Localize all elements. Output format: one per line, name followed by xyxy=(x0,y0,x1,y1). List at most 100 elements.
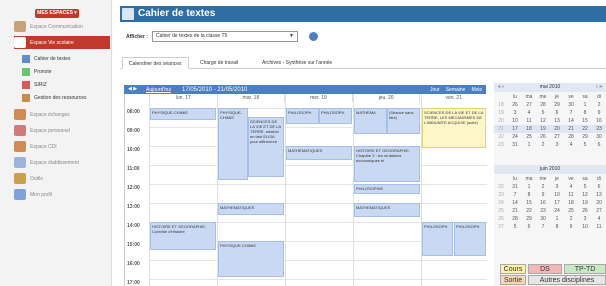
day-cell[interactable]: 3 xyxy=(550,184,564,190)
day-cell[interactable]: 10 xyxy=(508,118,522,124)
calendar-event[interactable]: PHILOSOPH xyxy=(319,108,352,124)
go-icon[interactable] xyxy=(309,32,318,41)
day-cell[interactable]: 28 xyxy=(508,216,522,222)
day-cell[interactable]: 8 xyxy=(578,110,592,116)
sidebar-item-vie-scolaire[interactable]: Espace Vie scolaire xyxy=(14,36,110,49)
calendar-event[interactable]: MATHEMATIQUES xyxy=(218,203,284,215)
day-cell[interactable]: 17 xyxy=(508,126,522,132)
sidebar-item-echanges[interactable]: Espace échanges xyxy=(14,108,110,121)
sidebar-sub-cahier-de-textes[interactable]: Cahier de textes xyxy=(22,53,110,64)
calendar-event[interactable]: HISTOIRE ET GEOGRAPHIE, Contrôle d'Histo… xyxy=(150,222,216,250)
day-cell[interactable]: 4 xyxy=(564,142,578,148)
view-month[interactable]: Mois xyxy=(471,87,482,93)
sidebar-sub-siriz[interactable]: SIRIZ xyxy=(22,79,110,90)
day-cell[interactable]: 1 xyxy=(578,102,592,108)
day-cell[interactable]: 3 xyxy=(550,142,564,148)
day-cell[interactable]: 25 xyxy=(564,208,578,214)
sidebar-item-communication[interactable]: Espace Communication xyxy=(14,20,110,33)
day-cell[interactable]: 11 xyxy=(564,192,578,198)
calendar-event[interactable]: (Séance sans titre) xyxy=(387,108,420,134)
day-cell[interactable]: 15 xyxy=(522,200,536,206)
day-cell[interactable]: 24 xyxy=(508,134,522,140)
calendar-event[interactable]: PHYSIQUE-CHIMIE xyxy=(150,108,216,120)
day-cell[interactable]: 5 xyxy=(578,184,592,190)
day-cell[interactable]: 14 xyxy=(564,118,578,124)
sidebar-item-personnel[interactable]: Espace personnel xyxy=(14,124,110,137)
day-cell[interactable]: 16 xyxy=(536,200,550,206)
day-cell[interactable]: 1 xyxy=(550,216,564,222)
day-cell[interactable]: 1 xyxy=(522,142,536,148)
day-cell[interactable]: 22 xyxy=(522,208,536,214)
calendar-event[interactable]: SCIENCES DE LA VIE ET DE LA TERRE, relat… xyxy=(248,117,284,177)
day-cell[interactable]: 11 xyxy=(592,224,606,230)
calendar-event[interactable]: HISTOIRE ET GEOGRAPHIE, Chapitre 3 : les… xyxy=(354,146,420,182)
day-cell[interactable]: 18 xyxy=(564,200,578,206)
day-cell[interactable]: 30 xyxy=(536,216,550,222)
day-cell[interactable]: 9 xyxy=(564,224,578,230)
calendar-event[interactable]: MATHEMA xyxy=(354,108,387,134)
day-cell[interactable]: 7 xyxy=(564,110,578,116)
day-cell[interactable]: 29 xyxy=(550,102,564,108)
tab-archives[interactable]: Archives - Synthèse sur l'année xyxy=(256,57,338,69)
sidebar-item-outils[interactable]: Outils xyxy=(14,172,110,185)
day-cell[interactable]: 2 xyxy=(536,142,550,148)
calendar-event[interactable]: SCIENCES DE LA VIE ET DE LA TERRE, LES M… xyxy=(422,108,486,148)
calendar-event[interactable]: PHILOSOPH xyxy=(422,222,453,256)
day-cell[interactable]: 2 xyxy=(536,184,550,190)
day-cell[interactable]: 8 xyxy=(522,192,536,198)
afficher-select[interactable]: Cahier de textes de la classe T5 ▼ xyxy=(152,31,298,42)
day-cell[interactable]: 16 xyxy=(592,118,606,124)
mini-cal-prev[interactable]: « ‹ xyxy=(498,83,504,92)
prev-next-icon[interactable]: ◀ ▶ xyxy=(128,86,137,92)
day-cell[interactable]: 9 xyxy=(592,110,606,116)
day-cell[interactable]: 4 xyxy=(522,110,536,116)
day-cell[interactable]: 20 xyxy=(550,126,564,132)
day-cell[interactable]: 6 xyxy=(592,184,606,190)
tab-charge[interactable]: Charge de travail xyxy=(194,57,244,69)
sidebar-sub-pronote[interactable]: Pronote xyxy=(22,66,110,77)
day-cell[interactable]: 10 xyxy=(578,224,592,230)
day-cell[interactable]: 19 xyxy=(536,126,550,132)
calendar-event[interactable]: PHYSIQUE-CHIMIE xyxy=(218,108,248,180)
day-cell[interactable]: 31 xyxy=(508,184,522,190)
sidebar-item-profil[interactable]: Mon profil xyxy=(14,188,110,201)
sidebar-item-etablissement[interactable]: Espace établissement xyxy=(14,156,110,169)
day-cell[interactable]: 11 xyxy=(522,118,536,124)
day-cell[interactable]: 5 xyxy=(578,142,592,148)
day-cell[interactable]: 30 xyxy=(592,134,606,140)
day-cell[interactable]: 26 xyxy=(508,102,522,108)
day-cell[interactable]: 27 xyxy=(550,134,564,140)
day-cell[interactable]: 5 xyxy=(536,110,550,116)
calendar-event[interactable]: PHILOSOPHIE xyxy=(354,184,420,194)
day-cell[interactable]: 13 xyxy=(592,192,606,198)
day-cell[interactable]: 26 xyxy=(536,134,550,140)
day-cell[interactable]: 6 xyxy=(592,142,606,148)
day-cell[interactable]: 23 xyxy=(536,208,550,214)
day-cell[interactable]: 14 xyxy=(508,200,522,206)
sidebar-item-cdi[interactable]: Espace CDI xyxy=(14,140,110,153)
day-cell[interactable]: 6 xyxy=(550,110,564,116)
calendar-event[interactable]: PHILOSOPH xyxy=(286,108,319,124)
sidebar-sub-gestion-ressources[interactable]: Gestion des ressources xyxy=(22,92,110,103)
day-cell[interactable]: 1 xyxy=(522,184,536,190)
mes-espaces-button[interactable]: MES ESPACES ▾ xyxy=(35,9,79,18)
day-cell[interactable]: 2 xyxy=(564,216,578,222)
day-cell[interactable]: 7 xyxy=(536,224,550,230)
day-cell[interactable]: 27 xyxy=(592,208,606,214)
day-cell[interactable]: 26 xyxy=(578,208,592,214)
day-cell[interactable]: 4 xyxy=(592,216,606,222)
calendar-event[interactable]: MATHEMATIQUES xyxy=(286,146,352,160)
tab-calendrier[interactable]: Calendrier des séances xyxy=(122,57,189,69)
day-cell[interactable]: 31 xyxy=(508,142,522,148)
today-link[interactable]: Aujourd'hui xyxy=(146,87,171,93)
day-cell[interactable]: 20 xyxy=(592,200,606,206)
day-cell[interactable]: 12 xyxy=(536,118,550,124)
day-cell[interactable]: 28 xyxy=(564,134,578,140)
day-cell[interactable]: 21 xyxy=(508,208,522,214)
day-cell[interactable]: 4 xyxy=(564,184,578,190)
day-cell[interactable]: 19 xyxy=(578,200,592,206)
calendar-event[interactable]: MATHEMATIQUES xyxy=(354,203,420,217)
day-cell[interactable]: 2 xyxy=(592,102,606,108)
day-cell[interactable]: 5 xyxy=(508,224,522,230)
day-cell[interactable]: 24 xyxy=(550,208,564,214)
